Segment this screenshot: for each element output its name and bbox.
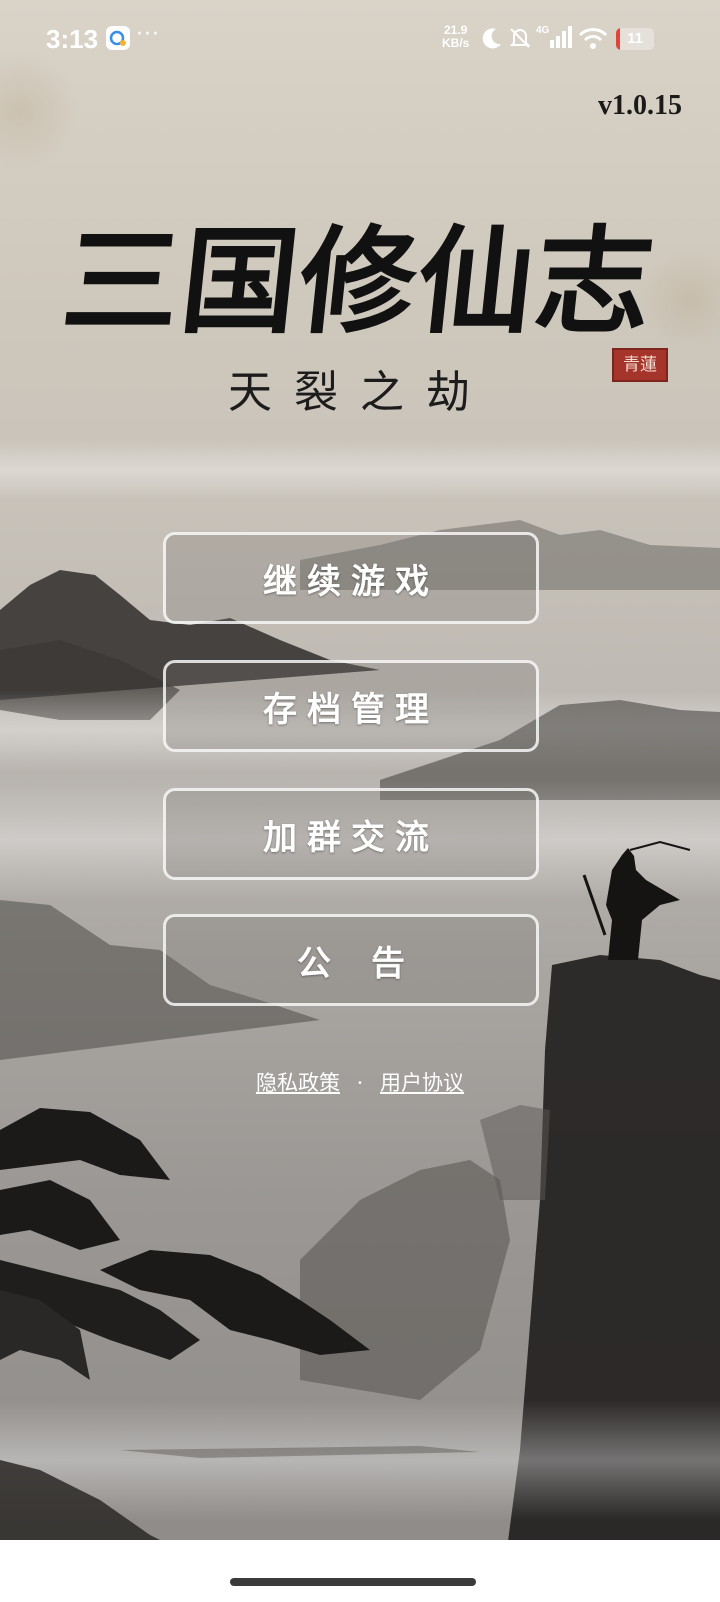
join-group-button[interactable]: 加群交流 xyxy=(163,788,539,880)
signal-label: 4G xyxy=(536,25,550,36)
continue-game-button[interactable]: 继续游戏 xyxy=(163,532,539,624)
home-indicator[interactable] xyxy=(230,1578,476,1586)
moon-icon xyxy=(480,26,504,54)
battery-percent: 11 xyxy=(627,30,643,47)
game-title: 三国修仙志 xyxy=(56,214,662,350)
link-separator: · xyxy=(356,1071,364,1095)
version-label: v1.0.15 xyxy=(598,90,682,121)
wifi-icon xyxy=(578,26,608,54)
network-speed-unit: KB/s xyxy=(442,36,470,50)
save-management-button[interactable]: 存档管理 xyxy=(163,660,539,752)
status-bar: 3:13 ··· 21.9 KB/s 4G 11 xyxy=(0,0,720,80)
battery-indicator: 11 xyxy=(616,28,654,50)
cellular-signal-icon: 4G xyxy=(536,24,572,54)
legal-links: 隐私政策 · 用户协议 xyxy=(0,1067,720,1097)
clock: 3:13 xyxy=(46,24,99,54)
bell-muted-icon xyxy=(508,26,532,54)
announcement-button[interactable]: 公告 xyxy=(163,914,539,1006)
network-speed: 21.9 KB/s xyxy=(442,24,469,50)
privacy-policy-link[interactable]: 隐私政策 xyxy=(256,1071,340,1095)
more-notifications-icon: ··· xyxy=(136,22,160,47)
app-notification-icon xyxy=(106,26,130,50)
user-agreement-link[interactable]: 用户协议 xyxy=(380,1071,464,1095)
seal-stamp: 青蓮 xyxy=(612,348,668,382)
